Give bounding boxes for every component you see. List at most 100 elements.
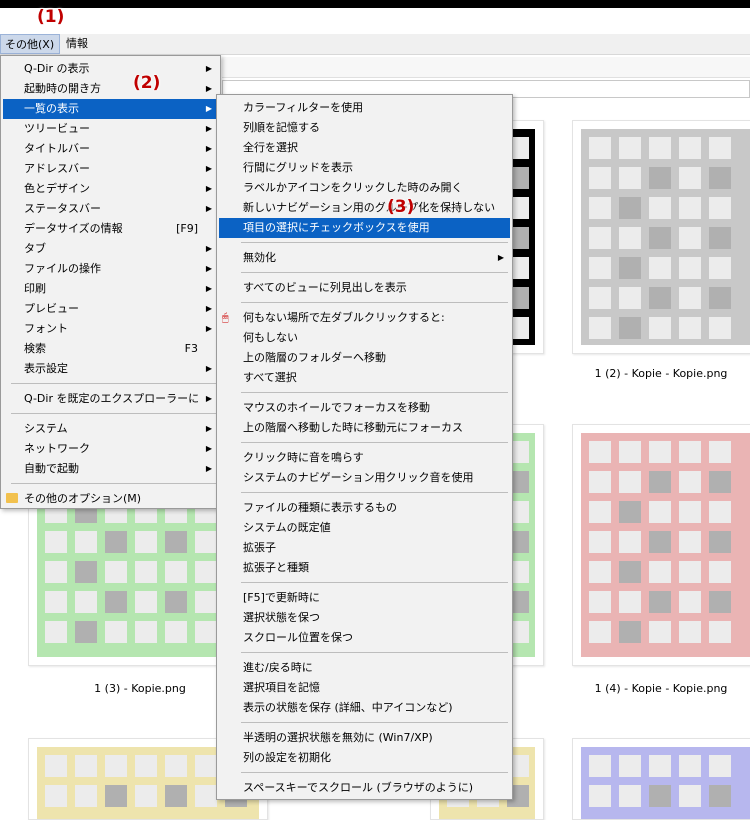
main-menu-item-21[interactable]: 自動で起動 ▶: [3, 459, 218, 479]
main-menu-item-10[interactable]: ファイルの操作 ▶: [3, 259, 218, 279]
submenu-item-23[interactable]: ファイルの種類に表示するもの: [219, 498, 510, 518]
main-menu-item-5[interactable]: アドレスバー ▶: [3, 159, 218, 179]
submenu-item-34[interactable]: 表示の状態を保存 (詳細、中アイコンなど): [219, 698, 510, 718]
submenu-item-33[interactable]: 選択項目を記憶: [219, 678, 510, 698]
main-menu-item-0[interactable]: Q-Dir の表示 ▶: [3, 59, 218, 79]
chevron-right-icon: ▶: [205, 304, 212, 313]
menu-info[interactable]: 情報: [62, 34, 92, 54]
file-thumbnail-grey[interactable]: [572, 120, 750, 354]
file-thumbnail-red[interactable]: [572, 424, 750, 666]
menu-item-label: 上の階層のフォルダーへ移動: [243, 351, 386, 364]
submenu-item-6[interactable]: 項目の選択にチェックボックスを使用: [219, 218, 510, 238]
submenu-item-0[interactable]: カラーフィルターを使用: [219, 98, 510, 118]
toolbar: [222, 57, 750, 78]
thumbnail-cell: [709, 531, 731, 553]
main-menu-item-3[interactable]: ツリービュー ▶: [3, 119, 218, 139]
annotation-1: (1): [37, 7, 65, 27]
main-menu-item-11[interactable]: 印刷 ▶: [3, 279, 218, 299]
file-thumbnail-blue-2[interactable]: [572, 738, 750, 820]
thumbnail-cell: [709, 317, 731, 339]
thumbnail-cell: [679, 441, 701, 463]
main-menu-item-9[interactable]: タブ ▶: [3, 239, 218, 259]
submenu-item-17[interactable]: マウスのホイールでフォーカスを移動: [219, 398, 510, 418]
submenu-item-15[interactable]: すべて選択: [219, 368, 510, 388]
thumbnail-cell: [709, 471, 731, 493]
submenu-item-20[interactable]: クリック時に音を鳴らす: [219, 448, 510, 468]
thumbnail-cell: [589, 287, 611, 309]
thumbnail-cell: [649, 471, 671, 493]
submenu-item-10[interactable]: すべてのビューに列見出しを表示: [219, 278, 510, 298]
main-menu-item-23[interactable]: その他のオプション(M): [3, 489, 218, 509]
menu-item-label: マウスのホイールでフォーカスを移動: [243, 401, 430, 414]
thumbnail-cell: [589, 137, 611, 159]
submenu-item-28[interactable]: [F5]で更新時に: [219, 588, 510, 608]
main-menu-item-15[interactable]: 表示設定 ▶: [3, 359, 218, 379]
main-menu-item-4[interactable]: タイトルバー ▶: [3, 139, 218, 159]
thumbnail-cell: [679, 621, 701, 643]
thumbnail-cell: [649, 197, 671, 219]
menu-other[interactable]: その他(X): [0, 34, 60, 54]
main-menu-item-12[interactable]: プレビュー ▶: [3, 299, 218, 319]
thumbnail-cell: [165, 561, 187, 583]
thumbnail-cell: [709, 137, 731, 159]
thumbnail-cell: [619, 317, 641, 339]
thumbnail-cell: [135, 561, 157, 583]
thumbnail-cell: [589, 501, 611, 523]
menu-separator: [241, 652, 508, 653]
menu-item-label: 表示設定: [24, 362, 68, 375]
thumbnail-cell: [75, 621, 97, 643]
thumbnail-cell: [45, 755, 67, 777]
thumbnail-cell: [619, 501, 641, 523]
submenu-item-32[interactable]: 進む/戻る時に: [219, 658, 510, 678]
main-menu-item-19[interactable]: システム ▶: [3, 419, 218, 439]
main-menu-item-2[interactable]: 一覧の表示 ▶: [3, 99, 218, 119]
submenu-item-37[interactable]: 列の設定を初期化: [219, 748, 510, 768]
submenu-item-39[interactable]: スペースキーでスクロール (ブラウザのように): [219, 778, 510, 798]
file-name[interactable]: 1 (3) - Kopie.png: [40, 682, 240, 695]
chevron-right-icon: ▶: [205, 244, 212, 253]
menu-item-label: システムのナビゲーション用クリック音を使用: [243, 471, 474, 484]
thumbnail-cell: [135, 531, 157, 553]
main-menu-item-1[interactable]: 起動時の開き方 ▶: [3, 79, 218, 99]
submenu-item-2[interactable]: 全行を選択: [219, 138, 510, 158]
other-menu-dropdown: Q-Dir の表示 ▶ 起動時の開き方 ▶ 一覧の表示 ▶ ツリービュー ▶ タイトルバー ▶ アド…: [0, 55, 221, 509]
submenu-item-24[interactable]: システムの既定値: [219, 518, 510, 538]
annotation-2: (2): [133, 73, 161, 93]
submenu-item-13[interactable]: 何もしない: [219, 328, 510, 348]
menu-item-label: ツリービュー: [24, 122, 90, 135]
main-menu-item-6[interactable]: 色とデザイン ▶: [3, 179, 218, 199]
thumbnail-cell: [105, 755, 127, 777]
menu-item-label: 列の設定を初期化: [243, 751, 331, 764]
submenu-item-14[interactable]: 上の階層のフォルダーへ移動: [219, 348, 510, 368]
main-menu-item-17[interactable]: Q-Dir を既定のエクスプローラーに ▶: [3, 389, 218, 409]
thumbnail-cell: [75, 755, 97, 777]
menu-separator: [11, 483, 216, 484]
submenu-item-25[interactable]: 拡張子: [219, 538, 510, 558]
file-name[interactable]: 1 (2) - Kopie - Kopie.png: [572, 367, 750, 380]
submenu-item-12[interactable]: 🖱 何もない場所で左ダブルクリックすると:: [219, 308, 510, 328]
main-menu-item-7[interactable]: ステータスバー ▶: [3, 199, 218, 219]
submenu-item-8[interactable]: 無効化 ▶: [219, 248, 510, 268]
thumbnail-cell: [135, 785, 157, 807]
submenu-item-26[interactable]: 拡張子と種類: [219, 558, 510, 578]
thumbnail-cell: [589, 561, 611, 583]
submenu-item-36[interactable]: 半透明の選択状態を無効に (Win7/XP): [219, 728, 510, 748]
chevron-right-icon: ▶: [205, 264, 212, 273]
thumbnail-cell: [165, 531, 187, 553]
submenu-item-1[interactable]: 列順を記憶する: [219, 118, 510, 138]
main-menu-item-8[interactable]: データサイズの情報 [F9]: [3, 219, 218, 239]
thumbnail-cell: [709, 227, 731, 249]
main-menu-item-13[interactable]: フォント ▶: [3, 319, 218, 339]
file-name[interactable]: 1 (4) - Kopie - Kopie.png: [572, 682, 750, 695]
submenu-item-18[interactable]: 上の階層へ移動した時に移動元にフォーカス: [219, 418, 510, 438]
submenu-item-30[interactable]: スクロール位置を保つ: [219, 628, 510, 648]
chevron-right-icon: ▶: [205, 84, 212, 93]
submenu-item-29[interactable]: 選択状態を保つ: [219, 608, 510, 628]
main-menu-item-20[interactable]: ネットワーク ▶: [3, 439, 218, 459]
main-menu-item-14[interactable]: 検索 F3: [3, 339, 218, 359]
submenu-item-5[interactable]: 新しいナビゲーション用のグループ化を保持しない: [219, 198, 510, 218]
submenu-item-21[interactable]: システムのナビゲーション用クリック音を使用: [219, 468, 510, 488]
menu-item-label: Q-Dir の表示: [24, 62, 90, 75]
submenu-item-4[interactable]: ラベルかアイコンをクリックした時のみ開く: [219, 178, 510, 198]
submenu-item-3[interactable]: 行間にグリッドを表示: [219, 158, 510, 178]
